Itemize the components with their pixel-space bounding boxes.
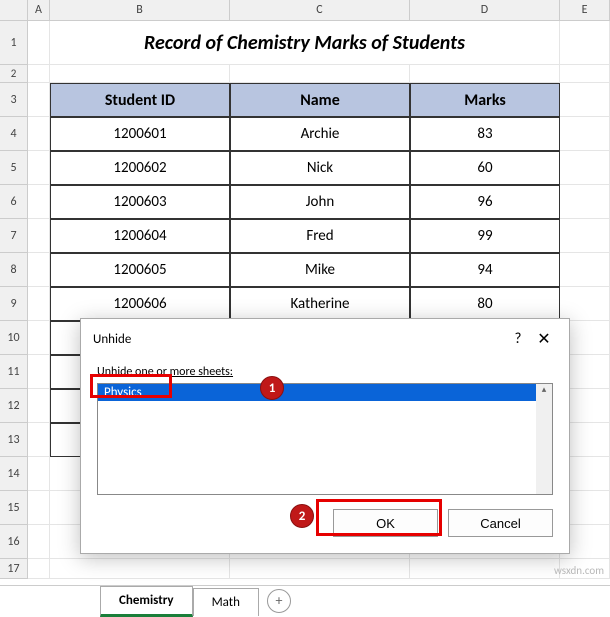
table-cell[interactable]: Fred — [230, 219, 410, 253]
column-headers: A B C D E — [0, 0, 610, 21]
tab-math[interactable]: Math — [193, 588, 259, 616]
cell[interactable] — [560, 287, 610, 321]
cancel-button[interactable]: Cancel — [448, 509, 553, 537]
row-header-7[interactable]: 7 — [0, 219, 28, 253]
table-cell[interactable]: 96 — [410, 185, 560, 219]
row-header-9[interactable]: 9 — [0, 287, 28, 321]
cell[interactable] — [28, 219, 50, 253]
cell[interactable] — [410, 65, 560, 83]
cell[interactable] — [410, 559, 560, 579]
table-cell[interactable]: 94 — [410, 253, 560, 287]
col-header-E[interactable]: E — [560, 0, 610, 20]
table-cell[interactable]: 1200605 — [50, 253, 230, 287]
table-cell[interactable]: Mike — [230, 253, 410, 287]
dialog-title: Unhide — [93, 332, 505, 347]
cell[interactable] — [28, 321, 50, 355]
row-header-3[interactable]: 3 — [0, 83, 28, 117]
table-cell[interactable]: 1200601 — [50, 117, 230, 151]
table-cell[interactable]: 83 — [410, 117, 560, 151]
cell[interactable] — [28, 491, 50, 525]
table-cell[interactable]: John — [230, 185, 410, 219]
row-header-10[interactable]: 10 — [0, 321, 28, 355]
cell[interactable] — [560, 185, 610, 219]
table-cell[interactable]: 1200604 — [50, 219, 230, 253]
table-cell[interactable]: 99 — [410, 219, 560, 253]
cell[interactable] — [50, 65, 230, 83]
cell[interactable] — [28, 389, 50, 423]
row-header-11[interactable]: 11 — [0, 355, 28, 389]
cell[interactable] — [560, 83, 610, 117]
page-title[interactable]: Record of Chemistry Marks of Students — [50, 21, 560, 65]
cell[interactable] — [28, 525, 50, 559]
cell[interactable] — [28, 21, 50, 65]
col-header-D[interactable]: D — [410, 0, 560, 20]
list-item[interactable]: Physics — [98, 384, 552, 401]
table-cell[interactable]: 80 — [410, 287, 560, 321]
table-cell[interactable]: Nick — [230, 151, 410, 185]
add-sheet-button[interactable]: + — [267, 589, 291, 613]
tab-chemistry[interactable]: Chemistry — [100, 586, 193, 617]
help-button[interactable]: ? — [505, 330, 531, 348]
table-cell[interactable]: 1200606 — [50, 287, 230, 321]
table-header[interactable]: Name — [230, 83, 410, 117]
table-cell[interactable]: 1200603 — [50, 185, 230, 219]
ok-button[interactable]: OK — [333, 509, 438, 537]
table-header[interactable]: Marks — [410, 83, 560, 117]
cell[interactable] — [560, 65, 610, 83]
row-header-6[interactable]: 6 — [0, 185, 28, 219]
callout-marker-1: 1 — [260, 376, 284, 400]
row-header-16[interactable]: 16 — [0, 525, 28, 559]
row-header-13[interactable]: 13 — [0, 423, 28, 457]
cell[interactable] — [560, 21, 610, 65]
row-header-17[interactable]: 17 — [0, 559, 28, 579]
table-cell[interactable]: 60 — [410, 151, 560, 185]
unhide-dialog: Unhide ? ✕ Unhide one or more sheets: Ph… — [80, 318, 570, 554]
row-header-2[interactable]: 2 — [0, 65, 28, 83]
table-cell[interactable]: Katherine — [230, 287, 410, 321]
cell[interactable] — [28, 355, 50, 389]
sheet-tabs: Chemistry Math + — [0, 585, 610, 615]
cell[interactable] — [230, 65, 410, 83]
row-header-12[interactable]: 12 — [0, 389, 28, 423]
row-header-14[interactable]: 14 — [0, 457, 28, 491]
cell[interactable] — [28, 185, 50, 219]
sheet-listbox[interactable]: Physics — [97, 383, 553, 495]
cell[interactable] — [560, 151, 610, 185]
col-header-A[interactable]: A — [28, 0, 50, 20]
row-header-15[interactable]: 15 — [0, 491, 28, 525]
callout-marker-2: 2 — [290, 504, 314, 528]
select-all-corner[interactable] — [0, 0, 28, 20]
cell[interactable] — [28, 83, 50, 117]
watermark: wsxdn.com — [554, 564, 604, 577]
table-header[interactable]: Student ID — [50, 83, 230, 117]
cell[interactable] — [50, 559, 230, 579]
cell[interactable] — [560, 253, 610, 287]
cell[interactable] — [28, 287, 50, 321]
cell[interactable] — [28, 253, 50, 287]
close-button[interactable]: ✕ — [531, 329, 557, 349]
cell[interactable] — [560, 117, 610, 151]
table-cell[interactable]: Archie — [230, 117, 410, 151]
scrollbar[interactable] — [536, 384, 552, 494]
unhide-label: Unhide one or more sheets: — [97, 365, 553, 379]
close-icon: ✕ — [537, 330, 550, 349]
cell[interactable] — [28, 117, 50, 151]
plus-icon: + — [275, 592, 282, 609]
cell[interactable] — [28, 423, 50, 457]
cell[interactable] — [28, 559, 50, 579]
row-header-5[interactable]: 5 — [0, 151, 28, 185]
cell[interactable] — [28, 457, 50, 491]
cell[interactable] — [28, 151, 50, 185]
cell[interactable] — [560, 219, 610, 253]
dialog-titlebar[interactable]: Unhide ? ✕ — [81, 319, 569, 359]
table-cell[interactable]: 1200602 — [50, 151, 230, 185]
row-header-8[interactable]: 8 — [0, 253, 28, 287]
cell[interactable] — [230, 559, 410, 579]
col-header-B[interactable]: B — [50, 0, 230, 20]
row-header-4[interactable]: 4 — [0, 117, 28, 151]
col-header-C[interactable]: C — [230, 0, 410, 20]
cell[interactable] — [28, 65, 50, 83]
row-header-1[interactable]: 1 — [0, 21, 28, 65]
